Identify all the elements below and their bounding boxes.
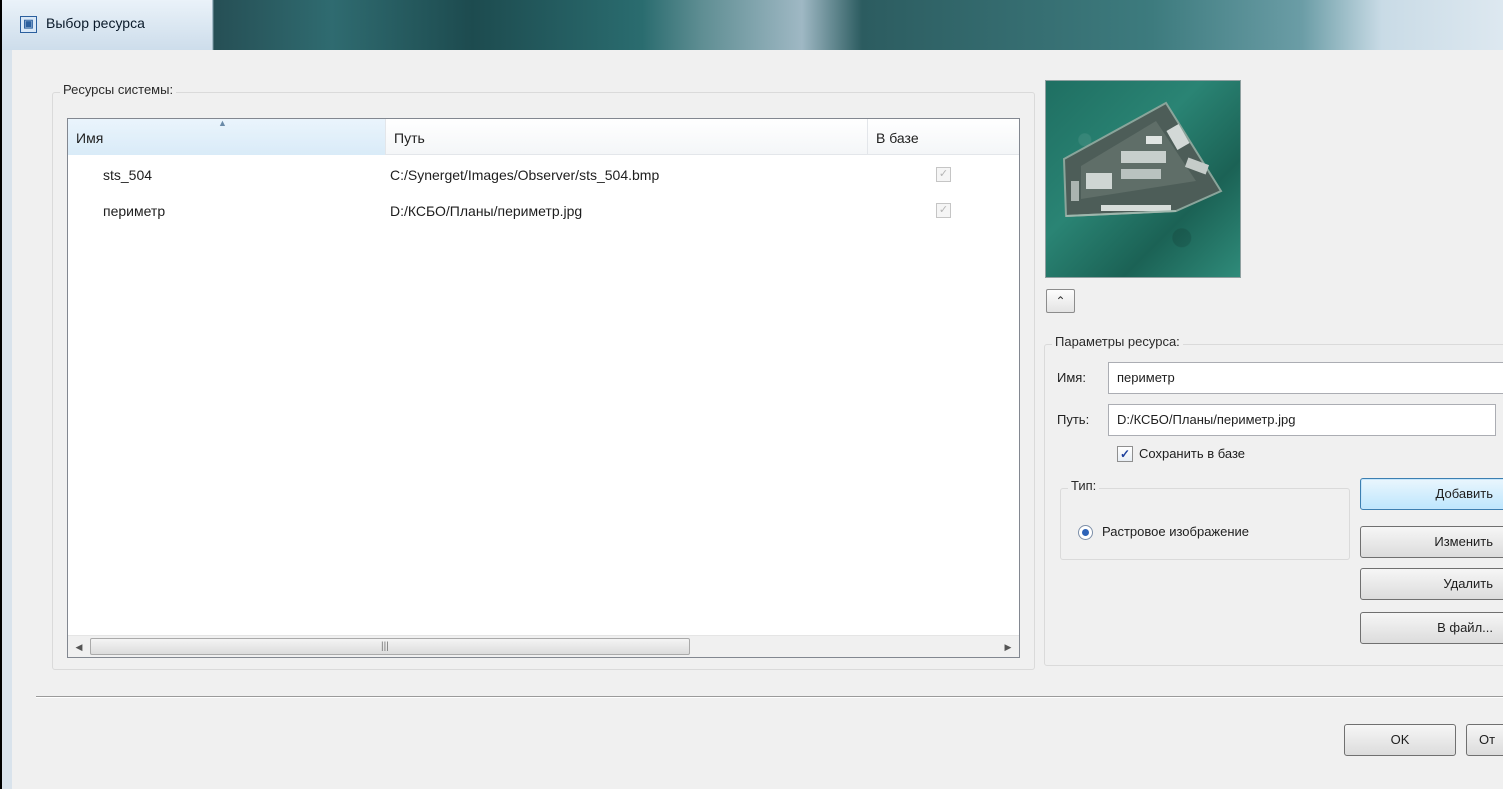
row-name: периметр (103, 203, 166, 219)
column-in-db-label: В базе (876, 130, 919, 146)
window-left-border (2, 50, 12, 789)
in-db-checkbox: ✓ (936, 203, 951, 218)
name-field[interactable]: периметр (1108, 362, 1503, 394)
window-title: Выбор ресурса (46, 15, 145, 31)
collapse-preview-button[interactable]: ⌃ (1046, 289, 1075, 313)
horizontal-scrollbar[interactable]: ◀ ||| ▶ (68, 635, 1019, 657)
cancel-button[interactable]: От (1466, 724, 1503, 756)
type-group-title: Тип: (1068, 478, 1100, 493)
raster-image-label[interactable]: Растровое изображение (1102, 524, 1249, 539)
table-row[interactable]: периметр D:/КСБО/Планы/периметр.jpg ✓ (68, 193, 1019, 229)
name-label: Имя: (1057, 370, 1086, 385)
app-icon: ▣ (20, 16, 37, 33)
add-button[interactable]: Добавить (1360, 478, 1503, 510)
save-in-db-checkbox[interactable]: ✓ (1117, 446, 1133, 462)
row-path: C:/Synerget/Images/Observer/sts_504.bmp (390, 167, 660, 183)
ok-button[interactable]: OK (1344, 724, 1456, 756)
row-name: sts_504 (103, 167, 153, 183)
scroll-grip-icon: ||| (381, 641, 389, 652)
title-bar: ▣ Выбор ресурса (2, 0, 1503, 50)
params-group-title: Параметры ресурса: (1052, 334, 1183, 349)
column-header-name[interactable]: Имя ▲ (68, 118, 386, 155)
path-label: Путь: (1057, 412, 1090, 427)
sort-ascending-icon: ▲ (218, 118, 227, 128)
column-header-in-db[interactable]: В базе (868, 119, 1021, 155)
column-header-path[interactable]: Путь (386, 119, 868, 155)
to-file-button[interactable]: В файл... (1360, 612, 1503, 644)
column-path-label: Путь (394, 130, 425, 146)
in-db-checkbox: ✓ (936, 167, 951, 182)
chevron-up-icon: ⌃ (1055, 294, 1066, 308)
edit-button[interactable]: Изменить (1360, 526, 1503, 558)
save-in-db-label[interactable]: Сохранить в базе (1139, 446, 1245, 461)
scroll-left-icon[interactable]: ◀ (68, 636, 90, 658)
raster-image-radio[interactable] (1078, 525, 1093, 540)
site-plan-image (1062, 101, 1223, 218)
delete-button[interactable]: Удалить (1360, 568, 1503, 600)
dialog-separator (36, 696, 1503, 698)
row-path: D:/КСБО/Планы/периметр.jpg (390, 203, 583, 219)
path-field[interactable]: D:/КСБО/Планы/периметр.jpg (1108, 404, 1496, 436)
scroll-right-icon[interactable]: ▶ (997, 636, 1019, 658)
resources-group-title: Ресурсы системы: (60, 82, 177, 97)
scrollbar-thumb[interactable]: ||| (90, 638, 690, 655)
table-row[interactable]: sts_504 C:/Synerget/Images/Observer/sts_… (68, 157, 1019, 193)
title-tab: ▣ Выбор ресурса (2, 0, 212, 50)
resource-preview-image (1045, 80, 1241, 278)
column-name-label: Имя (76, 130, 104, 146)
resource-dialog: ▣ Выбор ресурса Ресурсы системы: Имя ▲ П… (2, 0, 1503, 789)
list-header: Имя ▲ Путь В базе (68, 118, 1021, 155)
resources-list[interactable]: Имя ▲ Путь В базе sts_504 C:/Synerget/Im… (67, 118, 1020, 658)
